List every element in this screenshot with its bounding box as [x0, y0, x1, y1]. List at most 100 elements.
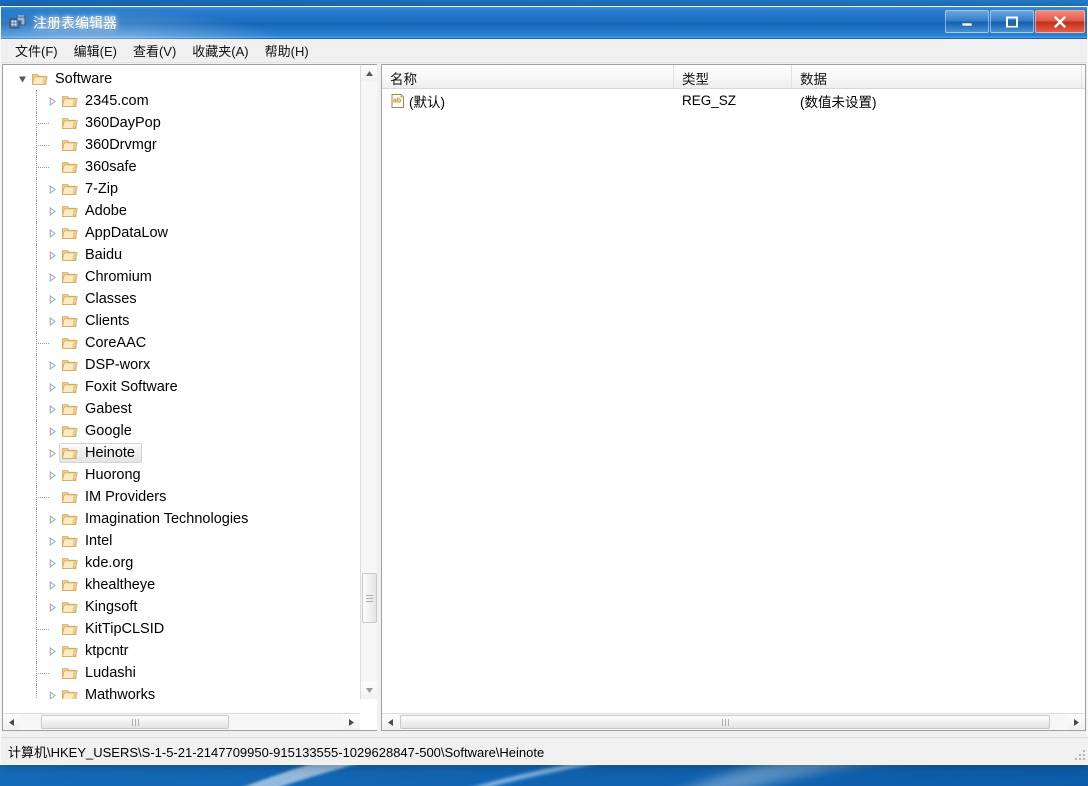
- tree-item-foxit-software[interactable]: Foxit Software: [3, 376, 360, 398]
- tree-horizontal-scrollbar[interactable]: [3, 713, 360, 730]
- values-column-header[interactable]: 类型: [674, 65, 792, 88]
- tree-item-clients[interactable]: Clients: [3, 310, 360, 332]
- tree-item-classes[interactable]: Classes: [3, 288, 360, 310]
- tree-item-khealtheye[interactable]: khealtheye: [3, 574, 360, 596]
- tree-item-content[interactable]: Baidu: [59, 245, 129, 265]
- values-scroll-left-arrow-icon[interactable]: [382, 714, 399, 730]
- tree-item-content[interactable]: AppDataLow: [59, 223, 175, 243]
- tree-collapsed-arrow-icon[interactable]: [45, 222, 59, 244]
- tree-collapsed-arrow-icon[interactable]: [45, 508, 59, 530]
- tree-item-heinote[interactable]: Heinote: [3, 442, 360, 464]
- tree-item-ktpcntr[interactable]: ktpcntr: [3, 640, 360, 662]
- tree-item-content[interactable]: Ludashi: [59, 663, 143, 683]
- tree-item-content[interactable]: 7-Zip: [59, 179, 125, 199]
- tree-item-adobe[interactable]: Adobe: [3, 200, 360, 222]
- values-scroll-right-arrow-icon[interactable]: [1068, 714, 1085, 730]
- tree-item-content[interactable]: KitTipCLSID: [59, 619, 171, 639]
- tree-item-kingsoft[interactable]: Kingsoft: [3, 596, 360, 618]
- menu-edit[interactable]: 编辑(E): [66, 39, 125, 62]
- tree-item-gabest[interactable]: Gabest: [3, 398, 360, 420]
- tree-item-content[interactable]: 360safe: [59, 157, 144, 177]
- tree-collapsed-arrow-icon[interactable]: [45, 552, 59, 574]
- tree-item-chromium[interactable]: Chromium: [3, 266, 360, 288]
- tree-item-content[interactable]: DSP-worx: [59, 355, 157, 375]
- tree-item-content[interactable]: IM Providers: [59, 487, 173, 507]
- tree-scroll-thumb[interactable]: [362, 573, 377, 623]
- registry-tree[interactable]: Software 2345.com 360DayPop 360Drvmgr 360saf…: [3, 65, 360, 699]
- tree-collapsed-arrow-icon[interactable]: [45, 200, 59, 222]
- tree-item-content[interactable]: 360Drvmgr: [59, 135, 164, 155]
- tree-item-content[interactable]: khealtheye: [59, 575, 162, 595]
- tree-item-google[interactable]: Google: [3, 420, 360, 442]
- tree-collapsed-arrow-icon[interactable]: [45, 442, 59, 464]
- menu-help[interactable]: 帮助(H): [257, 39, 317, 62]
- tree-item-content[interactable]: Huorong: [59, 465, 148, 485]
- tree-vertical-scrollbar[interactable]: [360, 65, 377, 699]
- tree-collapsed-arrow-icon[interactable]: [45, 90, 59, 112]
- values-horizontal-scrollbar[interactable]: [382, 713, 1085, 730]
- menu-favorites[interactable]: 收藏夹(A): [184, 39, 256, 62]
- tree-collapsed-arrow-icon[interactable]: [45, 530, 59, 552]
- tree-item-360daypop[interactable]: 360DayPop: [3, 112, 360, 134]
- scroll-down-arrow-icon[interactable]: [361, 682, 377, 699]
- tree-collapsed-arrow-icon[interactable]: [45, 178, 59, 200]
- tree-collapsed-arrow-icon[interactable]: [45, 420, 59, 442]
- tree-collapsed-arrow-icon[interactable]: [45, 244, 59, 266]
- window-titlebar[interactable]: 注册表编辑器: [1, 7, 1087, 39]
- values-row[interactable]: ab (默认) REG_SZ (数值未设置): [382, 89, 1085, 112]
- tree-item-content[interactable]: 2345.com: [59, 91, 156, 111]
- tree-item-content[interactable]: Google: [59, 421, 139, 441]
- tree-item-content[interactable]: Foxit Software: [59, 377, 185, 397]
- tree-item-2345-com[interactable]: 2345.com: [3, 90, 360, 112]
- tree-item-content[interactable]: CoreAAC: [59, 333, 153, 353]
- tree-item-content[interactable]: Software: [29, 69, 119, 89]
- tree-item-content[interactable]: Heinote: [59, 443, 142, 463]
- values-column-header[interactable]: 数据: [792, 65, 1082, 88]
- tree-item-im-providers[interactable]: IM Providers: [3, 486, 360, 508]
- tree-item-imagination-technologies[interactable]: Imagination Technologies: [3, 508, 360, 530]
- tree-item-360drvmgr[interactable]: 360Drvmgr: [3, 134, 360, 156]
- resize-grip-icon[interactable]: [1073, 748, 1087, 762]
- tree-item-content[interactable]: Adobe: [59, 201, 134, 221]
- tree-item-kittipclsid[interactable]: KitTipCLSID: [3, 618, 360, 640]
- maximize-button[interactable]: [990, 10, 1034, 33]
- tree-collapsed-arrow-icon[interactable]: [45, 288, 59, 310]
- values-column-headers[interactable]: 名称 类型 数据: [382, 65, 1085, 89]
- tree-item-ludashi[interactable]: Ludashi: [3, 662, 360, 684]
- tree-item-huorong[interactable]: Huorong: [3, 464, 360, 486]
- tree-collapsed-arrow-icon[interactable]: [45, 684, 59, 699]
- tree-item-appdatalow[interactable]: AppDataLow: [3, 222, 360, 244]
- tree-collapsed-arrow-icon[interactable]: [45, 398, 59, 420]
- tree-item-baidu[interactable]: Baidu: [3, 244, 360, 266]
- scroll-right-arrow-icon[interactable]: [343, 714, 360, 730]
- tree-expanded-arrow-icon[interactable]: [15, 68, 29, 90]
- menu-file[interactable]: 文件(F): [7, 39, 66, 62]
- menu-view[interactable]: 查看(V): [125, 39, 184, 62]
- tree-item-kde-org[interactable]: kde.org: [3, 552, 360, 574]
- scroll-up-arrow-icon[interactable]: [361, 65, 377, 82]
- tree-item-360safe[interactable]: 360safe: [3, 156, 360, 178]
- tree-collapsed-arrow-icon[interactable]: [45, 310, 59, 332]
- tree-item-content[interactable]: Chromium: [59, 267, 159, 287]
- tree-item-content[interactable]: Classes: [59, 289, 144, 309]
- scroll-left-arrow-icon[interactable]: [3, 714, 20, 730]
- tree-collapsed-arrow-icon[interactable]: [45, 464, 59, 486]
- tree-item-content[interactable]: Gabest: [59, 399, 139, 419]
- close-button[interactable]: [1035, 10, 1085, 33]
- tree-item-dsp-worx[interactable]: DSP-worx: [3, 354, 360, 376]
- tree-collapsed-arrow-icon[interactable]: [45, 376, 59, 398]
- tree-item-content[interactable]: Mathworks: [59, 685, 162, 699]
- tree-item-coreaac[interactable]: CoreAAC: [3, 332, 360, 354]
- tree-item-content[interactable]: Imagination Technologies: [59, 509, 255, 529]
- values-column-header[interactable]: 名称: [382, 65, 674, 88]
- tree-item-content[interactable]: kde.org: [59, 553, 140, 573]
- tree-collapsed-arrow-icon[interactable]: [45, 574, 59, 596]
- tree-item-content[interactable]: Intel: [59, 531, 119, 551]
- values-list[interactable]: ab (默认) REG_SZ (数值未设置): [382, 89, 1085, 112]
- tree-collapsed-arrow-icon[interactable]: [45, 640, 59, 662]
- tree-item-mathworks[interactable]: Mathworks: [3, 684, 360, 699]
- tree-item-content[interactable]: Kingsoft: [59, 597, 144, 617]
- tree-collapsed-arrow-icon[interactable]: [45, 596, 59, 618]
- tree-item-content[interactable]: ktpcntr: [59, 641, 136, 661]
- tree-collapsed-arrow-icon[interactable]: [45, 354, 59, 376]
